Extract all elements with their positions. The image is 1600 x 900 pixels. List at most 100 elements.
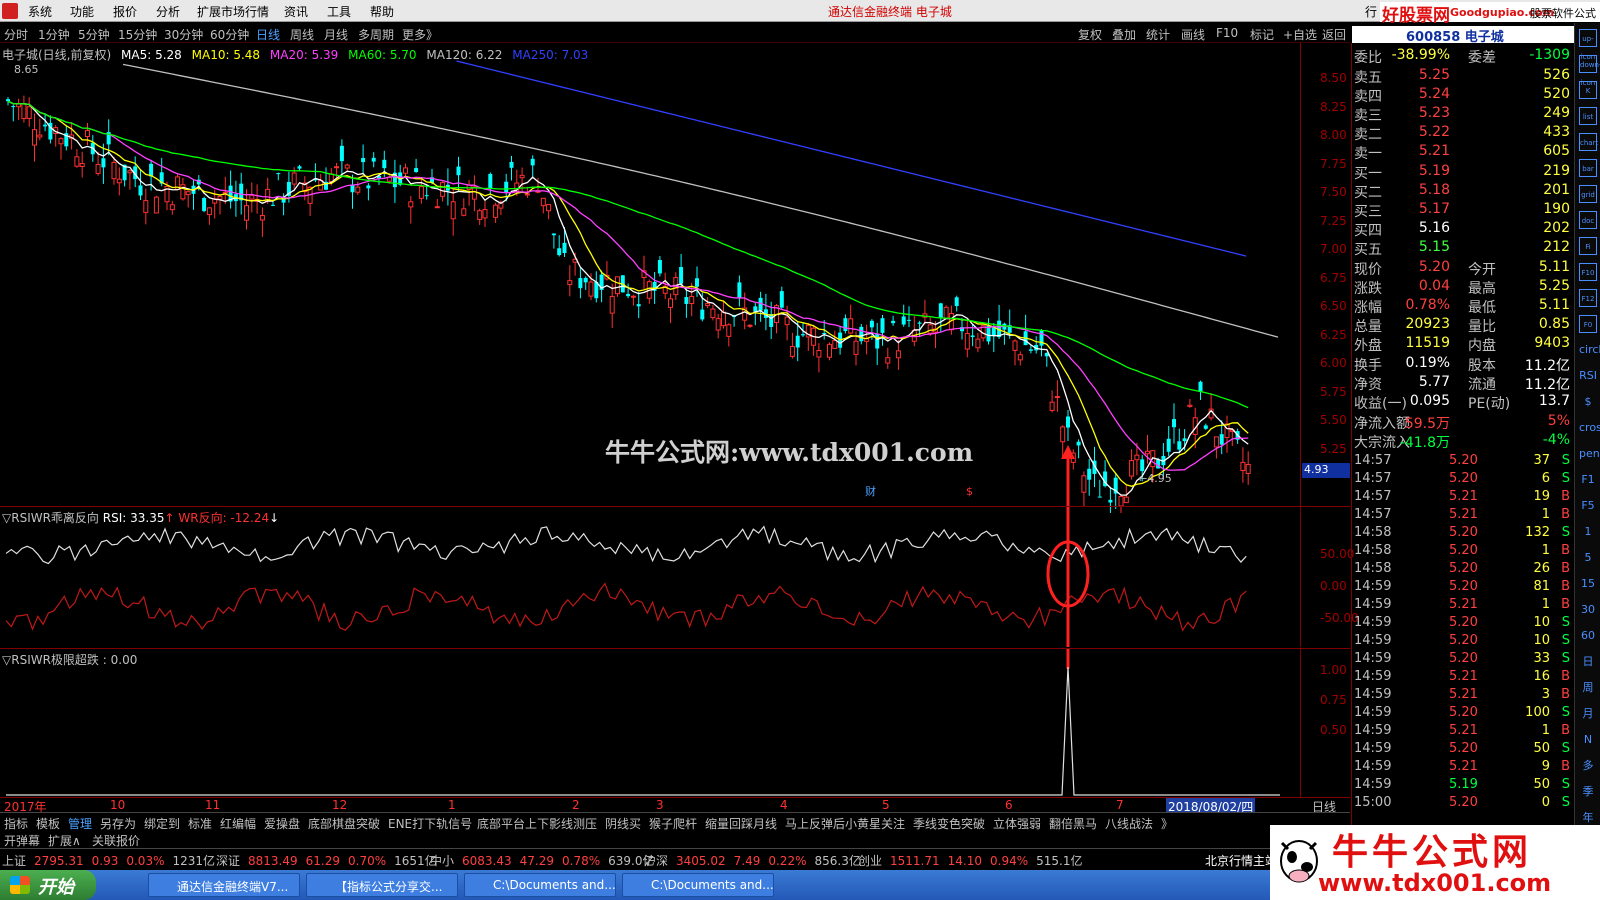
side-tool-icon[interactable]: F0 [1579,315,1597,333]
side-tool-icon[interactable]: 30 [1579,601,1597,619]
side-tool-icon[interactable]: 日 [1579,653,1597,671]
side-tool-icon[interactable]: pen [1579,445,1600,463]
start-button[interactable]: 开始 [0,870,96,900]
side-tool-icon[interactable]: 15 [1579,575,1597,593]
index-quote[interactable]: 沪深 3405.02 7.49 0.22% 856.3亿 [644,852,869,869]
side-tool-icon[interactable]: 多 [1579,757,1597,775]
side-tool-icon[interactable]: doc [1579,211,1597,229]
side-tool-icon[interactable]: 1 [1579,523,1597,541]
tick-side: S [1561,453,1570,468]
tab-adjust[interactable]: 复权 [1078,26,1102,43]
menu-analysis[interactable]: 分析 [156,3,180,20]
side-tool-icon[interactable]: F5 [1579,497,1597,515]
side-tool-icon[interactable]: bar [1579,159,1597,177]
tab-monthly[interactable]: 月线 [324,26,348,43]
candle-body [509,161,514,168]
tab-1min[interactable]: 1分钟 [38,26,70,43]
menu-quote[interactable]: 报价 [113,3,137,20]
index-a: 515.1亿 [1036,854,1083,868]
tab-daily[interactable]: 日线 [256,26,280,43]
weibi-row-label2: 委差 [1468,50,1496,66]
candle-body [1097,496,1102,498]
side-tool-icon[interactable]: F12 [1579,289,1597,307]
tick-time: 14:57 [1354,471,1392,486]
server-status[interactable]: 北京行情主站 [1205,852,1277,869]
tick-time: 14:59 [1354,687,1392,702]
tab-intraday[interactable]: 分时 [4,26,28,43]
candle-body [1017,354,1023,361]
task-folder-1[interactable]: C:\Documents and... [464,873,616,897]
tab-expand[interactable]: 扩展∧ [48,832,81,849]
index-quote[interactable]: 上证 2795.31 0.93 0.03% 1231亿 [2,852,223,869]
side-tool-icon[interactable]: cross [1579,419,1600,437]
tab-add-watchlist[interactable]: +自选 [1283,26,1317,43]
side-tool-icon[interactable]: list [1579,107,1597,125]
task-forum[interactable]: 【指标公式分享交... [306,873,458,897]
index-quote[interactable]: 深证 8813.49 61.29 0.70% 1651亿 [216,852,445,869]
candle-body [853,340,859,355]
menu-help[interactable]: 帮助 [370,3,394,20]
index-quote[interactable]: 中小 6083.43 47.29 0.78% 639.0亿 [430,852,662,869]
rsiwr-deviation-panel[interactable]: ▽RSIWR乖离反向 RSI: 33.35↑ WR反向: -12.24↓ 50.… [0,507,1359,647]
side-tool-icon[interactable]: Fi [1579,237,1597,255]
side-tool-icon[interactable]: RSI [1579,367,1597,385]
side-tool-icon[interactable]: circle [1579,341,1600,359]
rsiwr-extreme-panel[interactable]: ▽RSIWR极限超跌 : 0.00 1.00 0.75 0.50 [0,649,1350,797]
side-tool-icon[interactable]: N [1579,731,1597,749]
side-tool-icon[interactable]: 季 [1579,783,1597,801]
side-tool-icon[interactable]: grid [1579,185,1597,203]
index-c: 0.93 [91,854,119,868]
menu-extended-market[interactable]: 扩展市场行情 [197,3,269,20]
side-tool-icon[interactable]: K [1579,81,1597,99]
side-tool-icon[interactable]: chart [1579,133,1598,151]
kline-chart[interactable]: 电子城(日线,前复权) MA5: 5.28 MA10: 5.48 MA20: 5… [0,43,1350,513]
side-tool-icon[interactable]: $ [1579,393,1597,411]
ask-row-label: 卖五 [1354,70,1382,86]
index-v: 8813.49 [248,854,298,868]
tab-draw[interactable]: 画线 [1181,26,1205,43]
bid-row-label: 买一 [1354,166,1382,182]
tab-30min[interactable]: 30分钟 [164,26,203,43]
finance-marker[interactable]: 财 [865,483,876,499]
dividend-marker[interactable]: $ [966,485,973,498]
menu-function[interactable]: 功能 [70,3,94,20]
side-tool-icon[interactable]: 60 [1579,627,1597,645]
tab-danmaku[interactable]: 开弹幕 [4,832,40,849]
menu-tools[interactable]: 工具 [327,3,351,20]
side-tool-icon[interactable]: up-icon [1579,29,1597,61]
bid-row: 买四 5.16 202 [1354,220,1572,239]
flow-row-b: 59.5万 [1404,416,1450,432]
side-tool-icon[interactable]: F1 [1579,471,1597,489]
stats-row-c: 内盘 [1468,338,1496,354]
tab-15min[interactable]: 15分钟 [118,26,157,43]
tab-mark[interactable]: 标记 [1250,26,1274,43]
tab-stats[interactable]: 统计 [1146,26,1170,43]
candle-body [991,327,996,336]
tab-f10[interactable]: F10 [1216,26,1238,40]
tab-multi-period[interactable]: 多周期 [358,26,394,43]
side-tool-icon[interactable]: 周 [1579,679,1597,697]
tab-back[interactable]: 返回 [1322,26,1346,43]
tick-side: B [1561,687,1570,702]
task-tdx[interactable]: 通达信金融终端V7... [148,873,300,897]
tab-5min[interactable]: 5分钟 [78,26,110,43]
tab-weekly[interactable]: 周线 [290,26,314,43]
side-tool-icon[interactable]: 月 [1579,705,1597,723]
tab-60min[interactable]: 60分钟 [210,26,249,43]
tick-time: 14:59 [1354,741,1392,756]
tab-overlay[interactable]: 叠加 [1112,26,1136,43]
candle-body [169,204,175,211]
index-quote[interactable]: 创业 1511.71 14.10 0.94% 515.1亿 [858,852,1090,869]
candle-body [456,166,461,176]
task-folder-2[interactable]: C:\Documents and... [622,873,774,897]
candle-body [1129,460,1135,477]
side-tool-icon[interactable]: down-icon [1579,55,1600,87]
tab-more[interactable]: 更多》 [402,26,438,43]
side-tool-icon[interactable]: 5 [1579,549,1597,567]
menu-system[interactable]: 系统 [28,3,52,20]
tab-related-quote[interactable]: 关联报价 [92,832,140,849]
side-tool-icon[interactable]: F10 [1579,263,1597,281]
menu-info[interactable]: 资讯 [284,3,308,20]
date-axis-label: 10 [110,798,126,812]
menu-partial[interactable]: 行 [1365,3,1377,20]
